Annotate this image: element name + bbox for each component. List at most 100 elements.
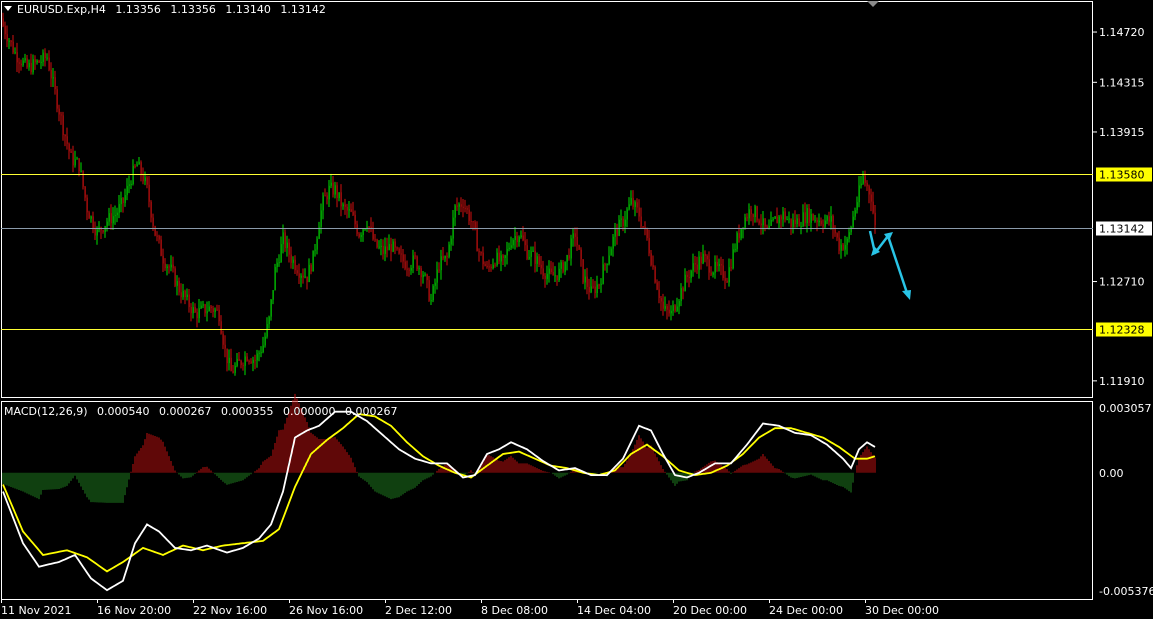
- candle-body: [796, 218, 798, 225]
- candle-body: [406, 268, 408, 270]
- candle-body: [840, 244, 842, 251]
- candle-body: [636, 202, 638, 208]
- candle-body: [668, 309, 670, 314]
- candle-body: [54, 77, 56, 90]
- candle-body: [718, 264, 720, 267]
- candle-body: [262, 345, 264, 353]
- candle-body: [192, 307, 194, 314]
- candle-body: [662, 301, 664, 309]
- candle-body: [410, 267, 412, 271]
- candle-body: [234, 365, 236, 373]
- scroll-marker-icon[interactable]: [867, 1, 879, 7]
- candle-body: [816, 220, 818, 223]
- candle-body: [306, 276, 308, 283]
- candle-body: [144, 177, 146, 182]
- candle-body: [338, 192, 340, 199]
- candle-body: [36, 60, 38, 63]
- price-tick-label: 1.13915: [1099, 126, 1145, 139]
- candle-body: [798, 218, 800, 227]
- macd-value-5: 0.000267: [345, 405, 398, 418]
- candle-body: [620, 218, 622, 220]
- candle-body: [670, 310, 672, 314]
- candle-body: [484, 264, 486, 266]
- candle-body: [584, 276, 586, 283]
- candle-body: [578, 245, 580, 250]
- candle-body: [468, 209, 470, 221]
- candle-body: [580, 249, 582, 260]
- candle-body: [562, 262, 564, 272]
- candle-body: [116, 212, 118, 216]
- candle-body: [558, 268, 560, 281]
- candle-body: [660, 298, 662, 302]
- candle-body: [164, 263, 166, 269]
- macd-value-4: 0.000000: [283, 405, 336, 418]
- candle-body: [734, 249, 736, 251]
- candle-body: [538, 256, 540, 265]
- candle-body: [4, 25, 6, 35]
- candle-body: [302, 275, 304, 278]
- candle-body: [252, 359, 254, 364]
- candle-body: [424, 274, 426, 276]
- candle-body: [418, 268, 420, 270]
- candle-body: [344, 204, 346, 207]
- candle-body: [506, 249, 508, 256]
- symbol-header[interactable]: EURUSD.Exp,H4 1.13356 1.13356 1.13140 1.…: [4, 3, 326, 16]
- candle-body: [760, 223, 762, 226]
- candle-body: [458, 204, 460, 207]
- macd-header[interactable]: MACD(12,26,9) 0.000540 0.000267 0.000355…: [4, 405, 398, 418]
- candle-body: [150, 201, 152, 218]
- low-value: 1.13140: [225, 3, 271, 16]
- candle-body: [788, 218, 790, 220]
- candle-body: [722, 265, 724, 279]
- candle-body: [858, 185, 860, 203]
- candle-body: [248, 360, 250, 362]
- candle-body: [72, 152, 74, 166]
- time-tick-label: 16 Nov 20:00: [97, 604, 171, 617]
- candle-body: [748, 209, 750, 219]
- candle-body: [616, 228, 618, 236]
- candle-body: [794, 219, 796, 225]
- price-tick-label: 1.12710: [1099, 276, 1145, 289]
- price-axis[interactable]: 1.14720 1.14315 1.13915 1.12710 1.11910 0.003…: [1093, 26, 1153, 598]
- candle-body: [482, 252, 484, 265]
- candle-body: [846, 238, 848, 245]
- candle-body: [224, 344, 226, 349]
- candle-body: [326, 195, 328, 200]
- candle-body: [332, 182, 334, 195]
- candle-body: [124, 195, 126, 203]
- candle-body: [804, 212, 806, 224]
- candle-body: [372, 228, 374, 240]
- candle-body: [842, 244, 844, 250]
- price-tick-label: 1.14720: [1099, 26, 1145, 39]
- candle-body: [386, 246, 388, 251]
- candle-body: [428, 280, 430, 301]
- macd-lines: [2, 410, 876, 592]
- candle-body: [426, 274, 428, 281]
- chart-frame: [1, 1, 1093, 600]
- candle-body: [450, 238, 452, 245]
- candle-body: [464, 208, 466, 210]
- candle-body: [436, 269, 438, 283]
- candle-body: [574, 233, 576, 237]
- candle-body: [260, 352, 262, 354]
- candle-body: [200, 305, 202, 309]
- time-axis[interactable]: 11 Nov 2021 16 Nov 20:00 22 Nov 16:00 26 No…: [1, 599, 939, 617]
- candle-body: [30, 62, 32, 73]
- candle-body: [808, 208, 810, 223]
- candle-body: [322, 195, 324, 211]
- candle-body: [698, 256, 700, 270]
- price-panel-frame: [1, 1, 1093, 398]
- candle-body: [710, 272, 712, 275]
- candle-body: [456, 205, 458, 207]
- candle-body: [78, 158, 80, 172]
- candle-body: [56, 89, 58, 109]
- candle-body: [714, 261, 716, 273]
- candle-body: [758, 220, 760, 224]
- candle-body: [308, 264, 310, 283]
- candle-body: [570, 238, 572, 259]
- candle-body: [422, 274, 424, 278]
- chart-canvas: 1.13580 1.12328 1.13142 1.14720 1.14315 1.13…: [1, 1, 1153, 617]
- candle-body: [294, 259, 296, 271]
- dropdown-icon[interactable]: [4, 6, 12, 11]
- candle-body: [812, 214, 814, 221]
